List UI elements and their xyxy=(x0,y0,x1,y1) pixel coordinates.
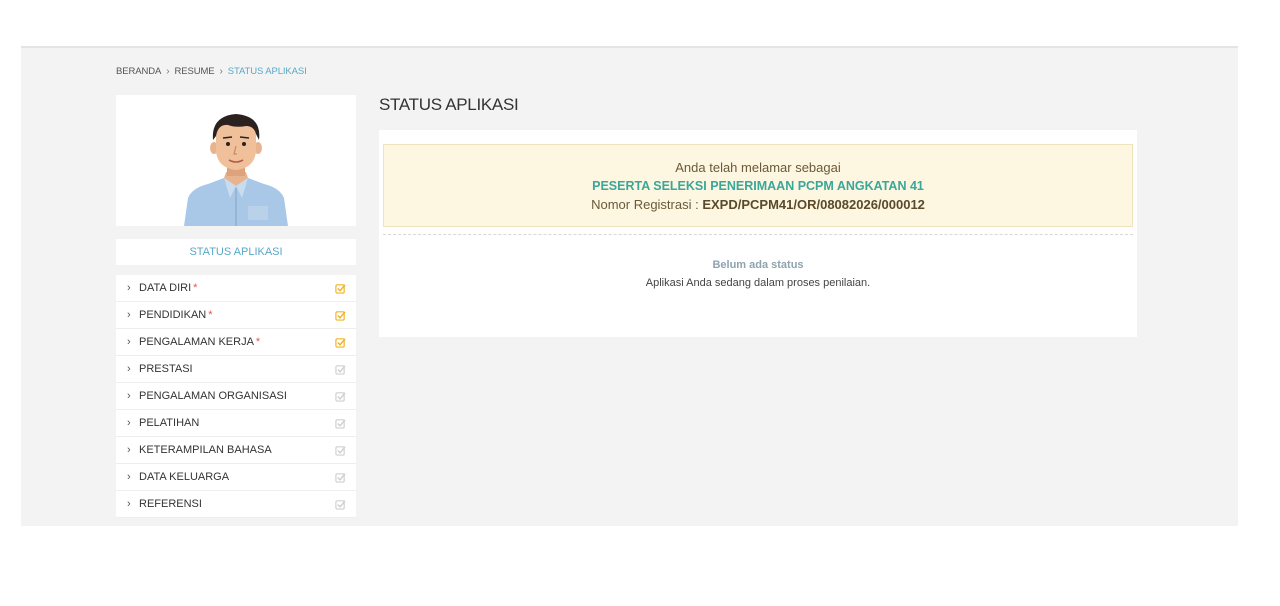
page-frame: BERANDA › RESUME › STATUS APLIKASI STATU… xyxy=(21,46,1238,526)
unchecked-box-icon xyxy=(335,445,346,456)
unchecked-box-icon xyxy=(335,418,346,429)
chevron-right-icon: › xyxy=(219,66,223,77)
sidebar-item-text: PENDIDIKAN xyxy=(139,309,207,321)
application-notice: Anda telah melamar sebagai PESERTA SELEK… xyxy=(383,144,1133,227)
applied-position: PESERTA SELEKSI PENERIMAAN PCPM ANGKATAN… xyxy=(592,179,924,193)
chevron-right-icon: › xyxy=(166,66,170,77)
sidebar-item-text: DATA DIRI xyxy=(139,282,192,294)
chevron-right-icon: › xyxy=(127,309,131,321)
breadcrumb: BERANDA › RESUME › STATUS APLIKASI xyxy=(116,66,307,77)
sidebar-item[interactable]: › DATA DIRI * xyxy=(116,275,356,302)
sidebar-item-text: PENGALAMAN KERJA xyxy=(139,336,254,348)
chevron-right-icon: › xyxy=(127,417,131,429)
sidebar-item[interactable]: › DATA KELUARGA xyxy=(116,464,356,491)
sidebar-item[interactable]: › PENGALAMAN KERJA * xyxy=(116,329,356,356)
content-card: Anda telah melamar sebagai PESERTA SELEK… xyxy=(379,130,1137,337)
sidebar-item-label: PENGALAMAN ORGANISASI xyxy=(139,390,335,402)
chevron-right-icon: › xyxy=(127,336,131,348)
registration-line: Nomor Registrasi : EXPD/PCPM41/OR/080820… xyxy=(384,197,1132,212)
registration-number: EXPD/PCPM41/OR/08082026/000012 xyxy=(702,197,925,212)
breadcrumb-resume[interactable]: RESUME xyxy=(174,66,214,77)
sidebar-item-text: PENGALAMAN ORGANISASI xyxy=(139,390,287,402)
notice-intro: Anda telah melamar sebagai xyxy=(675,160,841,175)
sidebar-item[interactable]: › KETERAMPILAN BAHASA xyxy=(116,437,356,464)
sidebar-item[interactable]: › PELATIHAN xyxy=(116,410,356,437)
chevron-right-icon: › xyxy=(127,444,131,456)
unchecked-box-icon xyxy=(335,472,346,483)
divider xyxy=(383,234,1133,235)
sidebar-item-text: REFERENSI xyxy=(139,498,202,510)
sidebar-item-label: PRESTASI xyxy=(139,363,335,375)
sidebar-item-label: PELATIHAN xyxy=(139,417,335,429)
sidebar-item-text: KETERAMPILAN BAHASA xyxy=(139,444,272,456)
unchecked-box-icon xyxy=(335,499,346,510)
sidebar-item-text: PRESTASI xyxy=(139,363,193,375)
status-description: Aplikasi Anda sedang dalam proses penila… xyxy=(645,277,871,289)
checked-box-icon xyxy=(335,310,346,321)
sidebar-item-label: DATA KELUARGA xyxy=(139,471,335,483)
breadcrumb-home[interactable]: BERANDA xyxy=(116,66,161,77)
status-aplikasi-link[interactable]: STATUS APLIKASI xyxy=(116,239,356,265)
sidebar-item-label: DATA DIRI * xyxy=(139,282,335,294)
profile-card xyxy=(116,95,356,226)
chevron-right-icon: › xyxy=(127,363,131,375)
chevron-right-icon: › xyxy=(127,471,131,483)
sidebar-item[interactable]: › PENDIDIKAN * xyxy=(116,302,356,329)
registration-label: Nomor Registrasi : xyxy=(591,197,703,212)
unchecked-box-icon xyxy=(335,364,346,375)
sidebar-item-text: DATA KELUARGA xyxy=(139,471,230,483)
sidebar-menu: › DATA DIRI * › PENDIDIKAN * › PENGALAMAN KERJA… xyxy=(116,275,356,518)
chevron-right-icon: › xyxy=(127,390,131,402)
required-marker: * xyxy=(208,309,213,321)
sidebar-item-text: PELATIHAN xyxy=(139,417,200,429)
checked-box-icon xyxy=(335,283,346,294)
page-title: STATUS APLIKASI xyxy=(379,95,519,114)
avatar xyxy=(184,114,288,226)
chevron-right-icon: › xyxy=(127,498,131,510)
required-marker: * xyxy=(255,336,261,348)
sidebar-item[interactable]: › PRESTASI xyxy=(116,356,356,383)
checked-box-icon xyxy=(335,337,346,348)
status-title: Belum ada status xyxy=(712,259,804,271)
sidebar-item-label: KETERAMPILAN BAHASA xyxy=(139,444,335,456)
unchecked-box-icon xyxy=(335,391,346,402)
sidebar-item[interactable]: › PENGALAMAN ORGANISASI xyxy=(116,383,356,410)
required-marker: * xyxy=(193,282,198,294)
sidebar-item-label: REFERENSI xyxy=(139,498,335,510)
sidebar-item-label: PENGALAMAN KERJA * xyxy=(139,336,335,348)
sidebar-item-label: PENDIDIKAN * xyxy=(139,309,335,321)
chevron-right-icon: › xyxy=(127,282,131,294)
sidebar-item[interactable]: › REFERENSI xyxy=(116,491,356,518)
breadcrumb-current: STATUS APLIKASI xyxy=(227,66,307,77)
